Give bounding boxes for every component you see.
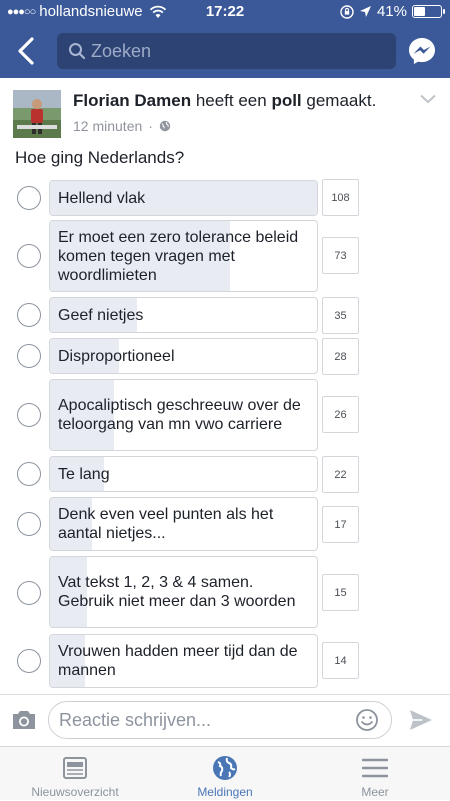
emoji-icon[interactable] bbox=[355, 708, 379, 732]
poll-option-label: Disproportioneel bbox=[58, 347, 175, 365]
tab-bar: Nieuwsoverzicht Meldingen Meer bbox=[0, 746, 450, 800]
meta-separator: · bbox=[148, 118, 153, 134]
tab-newsfeed-label: Nieuwsoverzicht bbox=[31, 785, 119, 799]
poll-option-vote-count[interactable]: 22 bbox=[322, 456, 359, 493]
camera-icon[interactable] bbox=[11, 709, 37, 731]
comment-bar bbox=[0, 694, 450, 746]
poll-option-vote-count[interactable]: 108 bbox=[322, 179, 359, 216]
poll-option-box[interactable]: Geef nietjes bbox=[49, 297, 318, 333]
poll-option-box[interactable]: Te lang bbox=[49, 456, 318, 492]
post-object[interactable]: poll bbox=[271, 91, 301, 110]
status-icons: 41% bbox=[340, 3, 445, 20]
poll-option-radio[interactable] bbox=[17, 512, 41, 536]
poll-option-vote-count[interactable]: 26 bbox=[322, 396, 359, 433]
poll-option-radio[interactable] bbox=[17, 649, 41, 673]
comment-input[interactable] bbox=[59, 702, 339, 738]
tab-more[interactable]: Meer bbox=[300, 747, 450, 801]
nav-bar bbox=[0, 30, 450, 74]
poll-option-radio[interactable] bbox=[17, 244, 41, 268]
messenger-icon[interactable] bbox=[406, 35, 438, 67]
poll-option-label: Er moet een zero tolerance beleid komen … bbox=[58, 228, 299, 284]
location-arrow-icon bbox=[359, 6, 371, 17]
poll-option-box[interactable]: Hellend vlak bbox=[49, 180, 318, 216]
poll-option-label: Apocaliptisch geschreeuw over de teloorg… bbox=[58, 397, 301, 433]
poll-option-box[interactable]: Denk even veel punten als het aantal nie… bbox=[49, 497, 318, 551]
tab-notifications[interactable]: Meldingen bbox=[150, 747, 300, 801]
poll-option-label: Vrouwen hadden meer tijd dan de mannen bbox=[58, 643, 298, 679]
post-action-suffix: gemaakt. bbox=[301, 91, 377, 110]
poll-option-label: Vat tekst 1, 2, 3 & 4 samen. Gebruik nie… bbox=[58, 574, 296, 610]
poll-option-box[interactable]: Vat tekst 1, 2, 3 & 4 samen. Gebruik nie… bbox=[49, 556, 318, 628]
post-action: heeft een bbox=[191, 91, 272, 110]
orientation-lock-icon bbox=[340, 4, 354, 19]
chevron-down-icon[interactable] bbox=[420, 94, 436, 104]
status-bar: ●●●○○ hollandsnieuwe 17:22 41% bbox=[0, 0, 450, 24]
poll-option-vote-count[interactable]: 14 bbox=[322, 642, 359, 679]
search-bar[interactable] bbox=[57, 33, 396, 69]
poll-option-radio[interactable] bbox=[17, 462, 41, 486]
author-name[interactable]: Florian Damen bbox=[73, 91, 191, 110]
poll-post: Florian Damen heeft een poll gemaakt. 12… bbox=[0, 78, 450, 694]
poll-question: Hoe ging Nederlands? bbox=[15, 148, 185, 167]
send-icon[interactable] bbox=[408, 708, 434, 732]
app-header: ●●●○○ hollandsnieuwe 17:22 41% bbox=[0, 0, 450, 78]
poll-option-box[interactable]: Er moet een zero tolerance beleid komen … bbox=[49, 220, 318, 292]
poll-option-label: Hellend vlak bbox=[58, 189, 146, 207]
tab-newsfeed[interactable]: Nieuwsoverzicht bbox=[0, 747, 150, 801]
tab-more-label: Meer bbox=[361, 785, 389, 799]
poll-option-box[interactable]: Apocaliptisch geschreeuw over de teloorg… bbox=[49, 379, 318, 451]
poll-option-box[interactable]: Vrouwen hadden meer tijd dan de mannen bbox=[49, 634, 318, 688]
post-timestamp[interactable]: 12 minuten bbox=[73, 118, 142, 134]
poll-option-radio[interactable] bbox=[17, 303, 41, 327]
menu-icon bbox=[362, 758, 388, 778]
poll-option-vote-count[interactable]: 73 bbox=[322, 237, 359, 274]
battery-percentage: 41% bbox=[376, 3, 407, 20]
back-button[interactable] bbox=[14, 36, 40, 66]
poll-option-radio[interactable] bbox=[17, 186, 41, 210]
poll-option-radio[interactable] bbox=[17, 403, 41, 427]
search-input[interactable] bbox=[91, 33, 381, 69]
poll-option-label: Denk even veel punten als het aantal nie… bbox=[58, 506, 274, 542]
globe-privacy-icon bbox=[159, 120, 171, 132]
battery-level bbox=[414, 7, 426, 16]
poll-option-label: Te lang bbox=[58, 465, 110, 483]
poll-option-vote-count[interactable]: 35 bbox=[322, 297, 359, 334]
newsfeed-icon bbox=[63, 757, 87, 779]
tab-notifications-label: Meldingen bbox=[197, 785, 253, 799]
poll-option-vote-count[interactable]: 28 bbox=[322, 338, 359, 375]
comment-field[interactable] bbox=[48, 701, 392, 739]
poll-option-vote-count[interactable]: 15 bbox=[322, 574, 359, 611]
post-header: Florian Damen heeft een poll gemaakt. bbox=[73, 91, 376, 111]
post-meta: 12 minuten · bbox=[73, 118, 171, 134]
poll-option-vote-count[interactable]: 17 bbox=[322, 506, 359, 543]
globe-icon bbox=[213, 756, 237, 780]
poll-option-label: Geef nietjes bbox=[58, 306, 144, 324]
poll-option-radio[interactable] bbox=[17, 344, 41, 368]
search-icon bbox=[69, 43, 86, 60]
battery-icon bbox=[412, 5, 445, 18]
avatar[interactable] bbox=[13, 90, 61, 138]
poll-option-radio[interactable] bbox=[17, 581, 41, 605]
profile-photo bbox=[13, 90, 61, 138]
poll-option-box[interactable]: Disproportioneel bbox=[49, 338, 318, 374]
